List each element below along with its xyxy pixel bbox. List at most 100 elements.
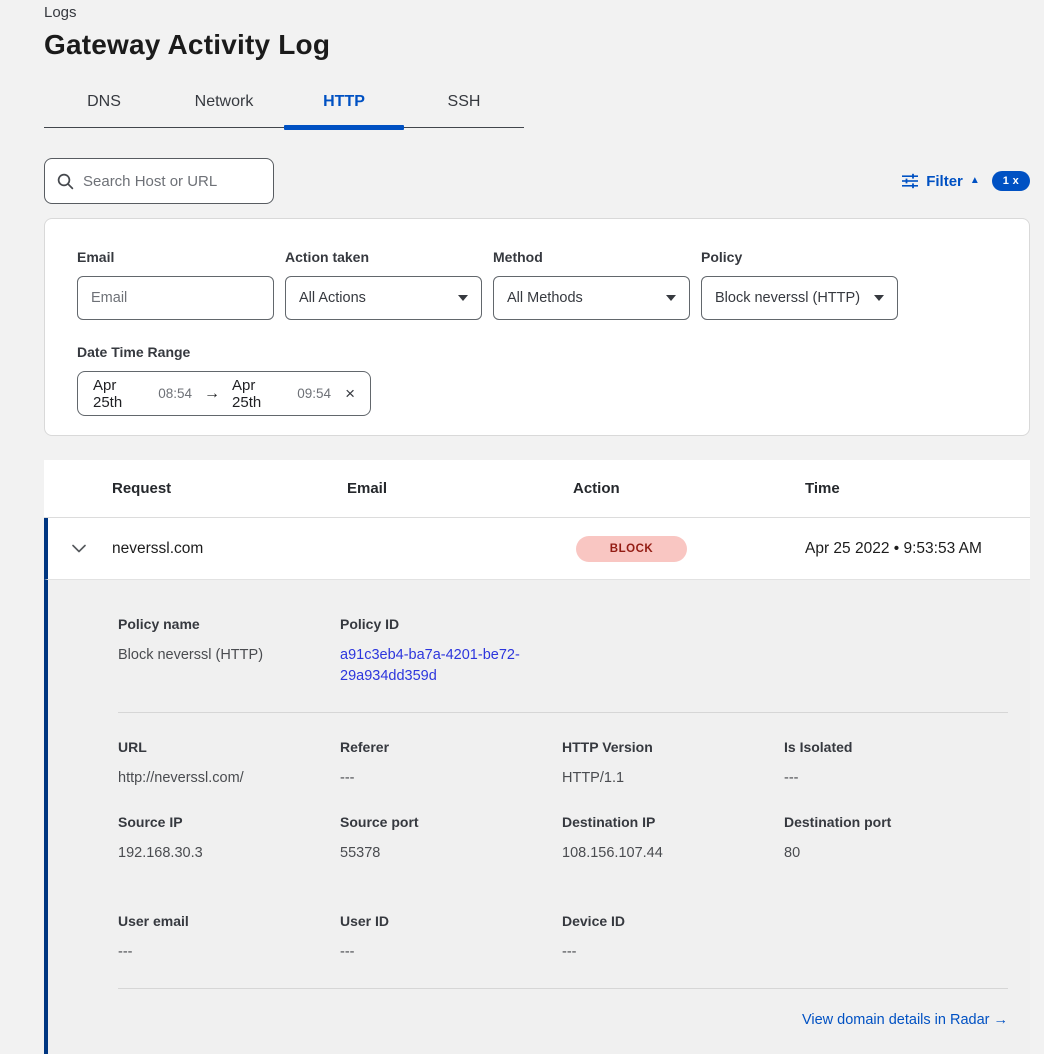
- detail-field-policy-id: Policy ID a91c3eb4-ba7a-4201-be72-29a934…: [340, 616, 562, 687]
- referer-label: Referer: [340, 739, 562, 756]
- block-status-badge: BLOCK: [576, 536, 687, 562]
- date-range-picker[interactable]: Apr 25th 08:54 → Apr 25th 09:54 ×: [77, 371, 371, 416]
- filter-field-method: Method All Methods: [493, 249, 690, 320]
- table-header: Request Email Action Time: [44, 460, 1030, 518]
- email-filter-label: Email: [77, 249, 274, 265]
- is-isolated-value: ---: [784, 768, 1006, 788]
- policy-name-label: Policy name: [118, 616, 340, 633]
- end-time[interactable]: 09:54: [297, 386, 331, 401]
- tab-dns[interactable]: DNS: [44, 81, 164, 127]
- user-email-label: User email: [118, 913, 340, 930]
- arrow-right-icon: →: [204, 385, 220, 403]
- filter-field-action-taken: Action taken All Actions: [285, 249, 482, 320]
- breadcrumb[interactable]: Logs: [44, 4, 1044, 21]
- detail-field-is-isolated: Is Isolated ---: [784, 739, 1006, 788]
- action-taken-selected-value: All Actions: [299, 290, 366, 306]
- filter-field-policy: Policy Block neverssl (HTTP): [701, 249, 898, 320]
- filter-count-badge[interactable]: 1 x: [992, 171, 1030, 191]
- tab-bar: DNS Network HTTP SSH: [44, 81, 524, 128]
- row-expand-toggle[interactable]: [48, 544, 112, 553]
- detail-field-policy-name: Policy name Block neverssl (HTTP): [118, 616, 340, 687]
- user-id-value: ---: [340, 942, 562, 962]
- destination-ip-value: 108.156.107.44: [562, 843, 784, 863]
- caret-up-icon: ▲: [970, 176, 980, 186]
- device-id-label: Device ID: [562, 913, 784, 930]
- caret-down-icon: [874, 295, 884, 301]
- search-box[interactable]: [44, 158, 274, 204]
- url-label: URL: [118, 739, 340, 756]
- destination-ip-label: Destination IP: [562, 814, 784, 831]
- policy-name-value: Block neverssl (HTTP): [118, 645, 340, 687]
- column-header-action: Action: [573, 480, 805, 497]
- detail-section-user: User email --- User ID --- Device ID ---: [118, 863, 1008, 962]
- clear-date-range-icon[interactable]: ×: [345, 385, 355, 402]
- column-header-time: Time: [805, 480, 1030, 497]
- detail-field-device-id: Device ID ---: [562, 913, 784, 962]
- policy-select[interactable]: Block neverssl (HTTP): [701, 276, 898, 320]
- detail-field-source-ip: Source IP 192.168.30.3: [118, 814, 340, 863]
- action-taken-filter-label: Action taken: [285, 249, 482, 265]
- column-header-email: Email: [347, 480, 573, 497]
- detail-section-connection: Source IP 192.168.30.3 Source port 55378…: [118, 788, 1008, 863]
- email-filter-input[interactable]: [91, 290, 260, 306]
- filter-button-label: Filter: [926, 173, 963, 190]
- active-tab-indicator: [284, 125, 404, 130]
- source-ip-value: 192.168.30.3: [118, 843, 340, 863]
- tab-ssh[interactable]: SSH: [404, 81, 524, 127]
- user-id-label: User ID: [340, 913, 562, 930]
- start-time[interactable]: 08:54: [158, 386, 192, 401]
- start-date[interactable]: Apr 25th: [93, 377, 148, 411]
- chevron-down-icon: [72, 544, 86, 553]
- filter-sliders-icon: [901, 173, 919, 189]
- page-title: Gateway Activity Log: [44, 29, 1044, 61]
- filter-field-email: Email: [77, 249, 274, 320]
- source-ip-label: Source IP: [118, 814, 340, 831]
- source-port-label: Source port: [340, 814, 562, 831]
- device-id-value: ---: [562, 942, 784, 962]
- tab-http[interactable]: HTTP: [284, 81, 404, 127]
- detail-field-source-port: Source port 55378: [340, 814, 562, 863]
- referer-value: ---: [340, 768, 562, 788]
- view-domain-in-radar-link[interactable]: View domain details in Radar →: [802, 1012, 1008, 1028]
- policy-id-link[interactable]: a91c3eb4-ba7a-4201-be72-29a934dd359d: [340, 645, 535, 687]
- source-port-value: 55378: [340, 843, 562, 863]
- detail-field-http-version: HTTP Version HTTP/1.1: [562, 739, 784, 788]
- end-date[interactable]: Apr 25th: [232, 377, 287, 411]
- activity-log-table: Request Email Action Time neverssl.com B…: [44, 460, 1030, 1054]
- gateway-activity-log-page: Logs Gateway Activity Log DNS Network HT…: [0, 0, 1044, 1054]
- filter-button[interactable]: Filter ▲: [901, 173, 980, 190]
- search-icon: [57, 173, 74, 190]
- row-request: neverssl.com: [112, 540, 347, 558]
- policy-filter-label: Policy: [701, 249, 898, 265]
- policy-selected-value: Block neverssl (HTTP): [715, 290, 860, 306]
- column-header-request: Request: [112, 480, 347, 497]
- detail-field-destination-ip: Destination IP 108.156.107.44: [562, 814, 784, 863]
- user-email-value: ---: [118, 942, 340, 962]
- detail-section-policy: Policy name Block neverssl (HTTP) Policy…: [118, 580, 1008, 712]
- caret-down-icon: [458, 295, 468, 301]
- filter-controls: Filter ▲ 1 x: [901, 171, 1030, 191]
- action-taken-select[interactable]: All Actions: [285, 276, 482, 320]
- filter-panel: Email Action taken All Actions Method Al…: [44, 218, 1030, 436]
- filter-field-date-range: Date Time Range Apr 25th 08:54 → Apr 25t…: [77, 344, 997, 416]
- table-row[interactable]: neverssl.com BLOCK Apr 25 2022 • 9:53:53…: [44, 518, 1030, 580]
- detail-section-request: URL http://neverssl.com/ Referer --- HTT…: [118, 713, 1008, 788]
- http-version-value: HTTP/1.1: [562, 768, 784, 788]
- method-filter-label: Method: [493, 249, 690, 265]
- filter-row-fields: Email Action taken All Actions Method Al…: [77, 249, 997, 320]
- url-value: http://neverssl.com/: [118, 768, 340, 788]
- http-version-label: HTTP Version: [562, 739, 784, 756]
- date-range-label: Date Time Range: [77, 344, 997, 360]
- detail-field-user-id: User ID ---: [340, 913, 562, 962]
- policy-id-label: Policy ID: [340, 616, 562, 633]
- search-input[interactable]: [83, 173, 261, 190]
- email-filter-input-box[interactable]: [77, 276, 274, 320]
- tab-network[interactable]: Network: [164, 81, 284, 127]
- detail-field-referer: Referer ---: [340, 739, 562, 788]
- method-selected-value: All Methods: [507, 290, 583, 306]
- destination-port-value: 80: [784, 843, 1006, 863]
- destination-port-label: Destination port: [784, 814, 1006, 831]
- radar-link-row: View domain details in Radar →: [118, 1011, 1008, 1029]
- toolbar: Filter ▲ 1 x: [44, 158, 1030, 204]
- method-select[interactable]: All Methods: [493, 276, 690, 320]
